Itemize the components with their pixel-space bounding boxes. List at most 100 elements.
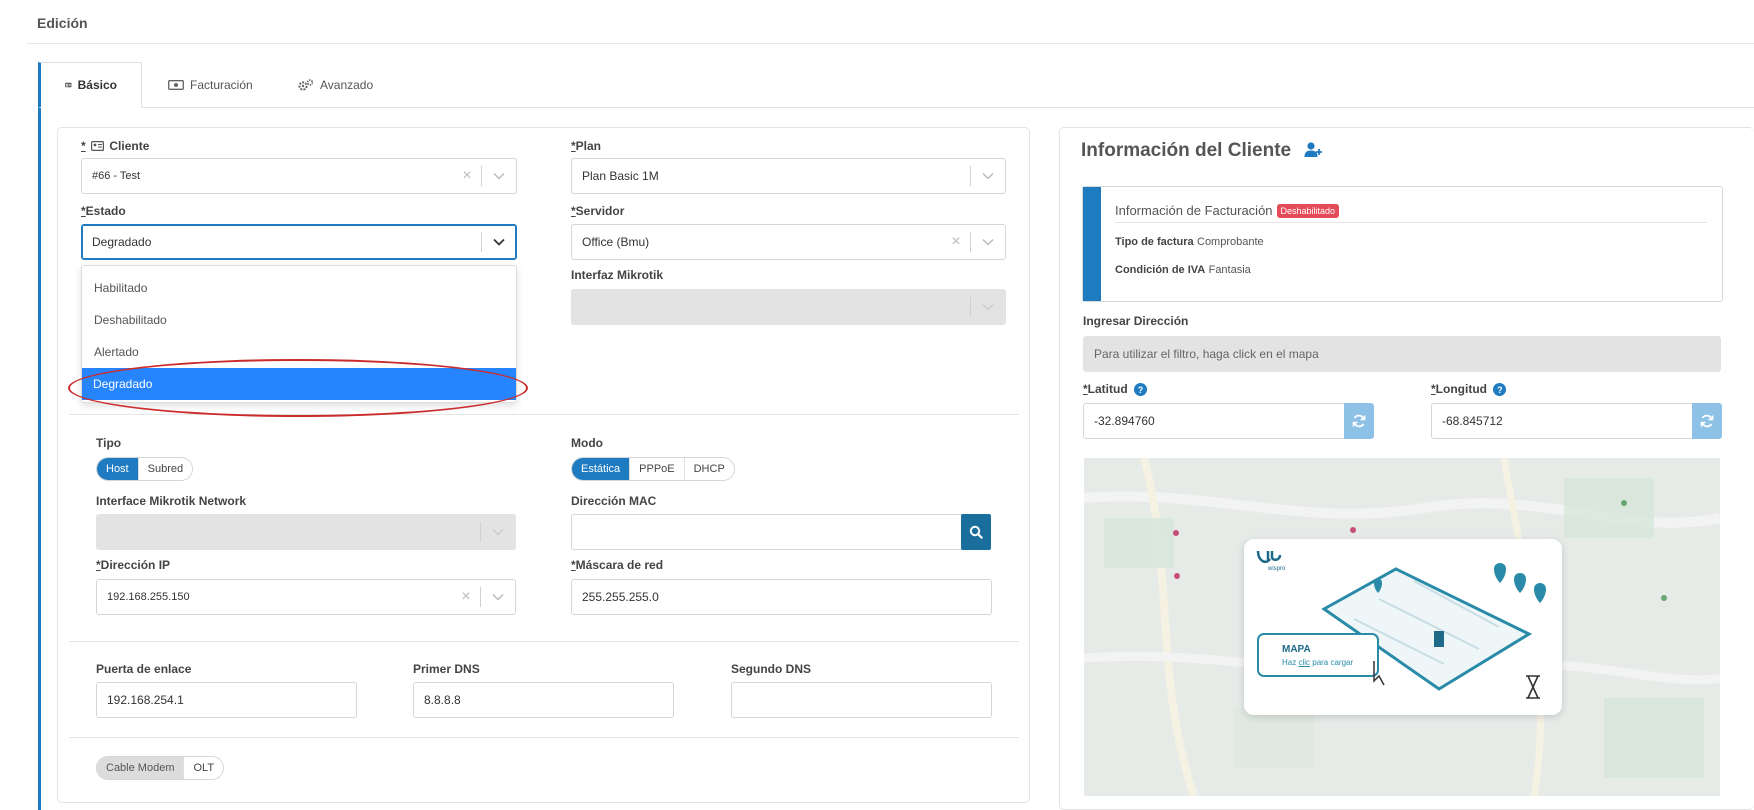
map-card-title: MAPA bbox=[1282, 644, 1311, 655]
tipo-toggle: Host Subred bbox=[96, 457, 194, 481]
longitud-refresh-button[interactable] bbox=[1692, 403, 1722, 439]
mac-label: Dirección MAC bbox=[571, 494, 657, 508]
cable-modem-option[interactable]: Cable Modem bbox=[97, 757, 185, 779]
chevron-down-icon bbox=[481, 528, 515, 536]
help-icon[interactable]: ? bbox=[1134, 383, 1148, 397]
cliente-label: * Cliente bbox=[81, 139, 150, 153]
direccion-label: Ingresar Dirección bbox=[1083, 314, 1189, 328]
modo-pppoe-option[interactable]: PPPoE bbox=[630, 458, 685, 480]
condicion-iva-row: Condición de IVA Fantasia bbox=[1115, 262, 1251, 276]
direccion-input[interactable]: Para utilizar el filtro, haga click en e… bbox=[1083, 336, 1721, 372]
dns1-value: 8.8.8.8 bbox=[424, 693, 461, 707]
servidor-select[interactable]: Office (Bmu) × bbox=[571, 224, 1006, 260]
modo-dhcp-option[interactable]: DHCP bbox=[684, 458, 734, 480]
plan-select[interactable]: Plan Basic 1M bbox=[571, 158, 1006, 194]
dns2-input[interactable] bbox=[731, 682, 992, 718]
tab-label: Facturación bbox=[190, 78, 253, 92]
gateway-value: 192.168.254.1 bbox=[107, 693, 184, 707]
tab-facturacion[interactable]: Facturación bbox=[144, 62, 277, 108]
mac-search-button[interactable] bbox=[961, 514, 991, 550]
content-left-accent bbox=[38, 107, 41, 810]
clear-icon[interactable]: × bbox=[453, 167, 481, 185]
search-icon bbox=[969, 525, 983, 539]
estado-label: *Estado bbox=[81, 204, 126, 218]
id-card-icon bbox=[65, 82, 72, 88]
modo-label: Modo bbox=[571, 436, 603, 450]
chevron-down-icon[interactable] bbox=[971, 238, 1005, 246]
highlight-annotation bbox=[68, 359, 528, 417]
cliente-select[interactable]: #66 - Test × bbox=[81, 158, 517, 194]
estado-option-deshabilitado[interactable]: Deshabilitado bbox=[83, 304, 515, 336]
latitud-refresh-button[interactable] bbox=[1344, 403, 1374, 439]
tab-basico[interactable]: Básico bbox=[38, 62, 142, 108]
map-brand: wispro bbox=[1268, 566, 1286, 572]
interface-network-select bbox=[96, 514, 516, 550]
condicion-iva-label: Condición de IVA bbox=[1115, 264, 1206, 276]
clear-icon[interactable]: × bbox=[452, 588, 480, 606]
servidor-label: *Servidor bbox=[571, 204, 625, 218]
longitud-value: -68.845712 bbox=[1442, 414, 1503, 428]
cliente-value: #66 - Test bbox=[92, 170, 141, 182]
ip-select[interactable]: 192.168.255.150 × bbox=[96, 579, 516, 615]
tipo-factura-value: Comprobante bbox=[1197, 236, 1264, 248]
servidor-value: Office (Bmu) bbox=[582, 235, 650, 249]
tab-avanzado[interactable]: Avanzado bbox=[274, 62, 397, 108]
plan-value: Plan Basic 1M bbox=[582, 169, 659, 183]
cogs-icon bbox=[298, 79, 314, 91]
estado-value: Degradado bbox=[92, 235, 152, 249]
latitud-input[interactable]: -32.894760 bbox=[1083, 403, 1345, 439]
longitud-label: *Longitud ? bbox=[1431, 382, 1507, 397]
interfaz-mikrotik-select bbox=[571, 289, 1006, 325]
clear-icon[interactable]: × bbox=[942, 233, 970, 251]
dns2-label: Segundo DNS bbox=[731, 662, 811, 676]
plan-label: *Plan bbox=[571, 139, 602, 153]
billing-accent-bar bbox=[1083, 187, 1101, 301]
longitud-input[interactable]: -68.845712 bbox=[1431, 403, 1693, 439]
tipo-subred-option[interactable]: Subred bbox=[138, 458, 193, 480]
billing-info-box: Información de Facturación Deshabilitado… bbox=[1082, 186, 1723, 302]
gateway-input[interactable]: 192.168.254.1 bbox=[96, 682, 357, 718]
mascara-input[interactable]: 255.255.255.0 bbox=[571, 579, 992, 615]
chevron-down-icon[interactable] bbox=[971, 172, 1005, 180]
refresh-icon bbox=[1352, 414, 1366, 428]
status-badge: Deshabilitado bbox=[1276, 203, 1340, 218]
title-divider bbox=[27, 43, 1754, 44]
client-info-title: Información del Cliente bbox=[1081, 140, 1292, 161]
section-divider bbox=[69, 737, 1019, 738]
chevron-down-icon bbox=[971, 303, 1005, 311]
section-divider bbox=[69, 641, 1019, 642]
equipo-toggle: Cable Modem OLT bbox=[96, 756, 225, 780]
help-icon[interactable]: ? bbox=[1493, 383, 1507, 397]
user-plus-icon[interactable] bbox=[1304, 141, 1322, 158]
refresh-icon bbox=[1700, 414, 1714, 428]
page-title: Edición bbox=[37, 15, 88, 31]
estado-option-habilitado[interactable]: Habilitado bbox=[83, 272, 515, 304]
billing-divider bbox=[1115, 222, 1707, 223]
dns1-label: Primer DNS bbox=[413, 662, 480, 676]
interface-network-label: Interface Mikrotik Network bbox=[96, 494, 247, 508]
tab-label: Básico bbox=[77, 78, 117, 92]
map-illustration bbox=[1256, 550, 1546, 699]
estado-select[interactable]: Degradado bbox=[81, 224, 517, 260]
olt-option[interactable]: OLT bbox=[184, 757, 224, 779]
tipo-factura-row: Tipo de factura Comprobante bbox=[1115, 234, 1264, 248]
chevron-down-icon[interactable] bbox=[481, 593, 515, 601]
modo-estatica-option[interactable]: Estática bbox=[572, 458, 631, 480]
dns1-input[interactable]: 8.8.8.8 bbox=[413, 682, 674, 718]
chevron-down-icon[interactable] bbox=[482, 172, 516, 180]
address-card-icon bbox=[91, 141, 105, 152]
tipo-label: Tipo bbox=[96, 436, 122, 450]
latitud-label: *Latitud ? bbox=[1083, 382, 1148, 397]
map-load-card[interactable]: wispro MAPA Haz clic para cargar bbox=[1244, 539, 1562, 715]
tipo-factura-label: Tipo de factura bbox=[1115, 236, 1194, 248]
chevron-down-icon[interactable] bbox=[482, 238, 516, 246]
interfaz-mikrotik-label: Interfaz Mikrotik bbox=[571, 268, 664, 282]
billing-header: Información de Facturación Deshabilitado bbox=[1115, 203, 1340, 218]
money-bill-icon bbox=[168, 80, 184, 90]
condicion-iva-value: Fantasia bbox=[1208, 264, 1251, 276]
tab-label: Avanzado bbox=[320, 78, 374, 92]
mac-input[interactable] bbox=[571, 514, 963, 550]
tipo-host-option[interactable]: Host bbox=[97, 458, 139, 480]
billing-title: Información de Facturación bbox=[1115, 203, 1273, 218]
gateway-label: Puerta de enlace bbox=[96, 662, 192, 676]
